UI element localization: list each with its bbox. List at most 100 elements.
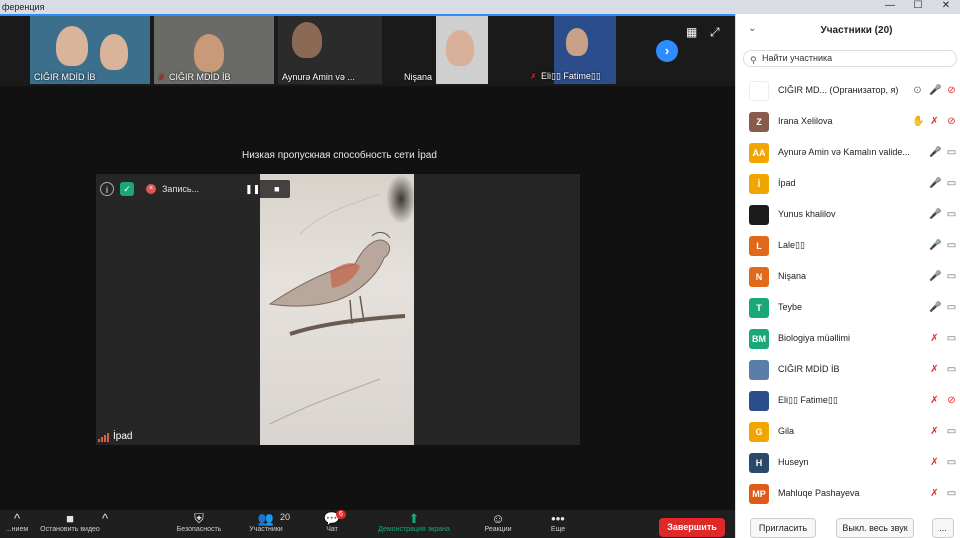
meeting-toolbar: ^ ...нием ■ Остановить видео ^ ⛨ Безопас… (0, 510, 735, 538)
video-face (566, 28, 588, 56)
participant-name: CIĞIR MDİD İB (778, 364, 840, 374)
audio-button[interactable]: ^ ...нием (0, 512, 34, 536)
thumbnail-1[interactable]: ✗ CIĞIR MDİD İB (154, 16, 276, 84)
participant-status-icons: 🎤 ▭ (929, 240, 957, 251)
chevron-up-icon: ^ (13, 511, 21, 526)
fullscreen-icon[interactable]: ⤢ (710, 26, 722, 38)
participant-row[interactable]: G Gila ✗ ▭ (736, 417, 960, 448)
participant-status-icons: ✋ ✗ ⊘ (912, 116, 957, 127)
chevron-up-icon: ^ (101, 511, 109, 526)
window-title: ференция (2, 2, 45, 12)
participant-row[interactable]: Eli▯▯ Fatime▯▯ ✗ ⊘ (736, 386, 960, 417)
participant-search-input[interactable]: ⚲ Найти участника (743, 50, 957, 67)
participant-row[interactable]: AA Aynurə Amin və Kamalın valide... 🎤 ▭ (736, 138, 960, 169)
more-icon: ••• (551, 511, 565, 526)
panel-title: Участники (20) (820, 25, 893, 36)
stop-recording-icon[interactable]: ■ (270, 184, 283, 194)
video-face (292, 22, 322, 58)
participant-row[interactable]: Yunus khalilov 🎤 ▭ (736, 200, 960, 231)
participant-name: Biologiya müəllimi (778, 333, 851, 343)
video-face (100, 34, 128, 70)
participant-row[interactable]: CIĞIR MD... (Организатор, я) ⊙ 🎤 ⊘ (736, 76, 960, 107)
video-options-button[interactable]: ^ (96, 512, 114, 526)
mic-muted-icon[interactable]: ✗ (929, 116, 940, 127)
search-placeholder: Найти участника (762, 53, 833, 63)
emoji-icon: ☺ (491, 511, 505, 526)
thumbnail-name: ✗ Eli▯▯ Fatime▯▯ (530, 71, 601, 81)
participant-row[interactable]: Z Irana Xelilova ✋ ✗ ⊘ (736, 107, 960, 138)
camera-icon: ▭ (946, 457, 957, 468)
next-page-button[interactable]: › (656, 40, 678, 62)
participant-name: Huseyn (778, 457, 809, 467)
invite-button[interactable]: Пригласить (750, 518, 816, 538)
recording-indicator: × Запись... ❚❚ ■ (140, 180, 290, 198)
participant-status-icons: ✗ ⊘ (929, 395, 957, 406)
mic-muted-icon[interactable]: ✗ (929, 395, 940, 406)
participant-row[interactable]: CIĞIR MDİD İB ✗ ▭ (736, 355, 960, 386)
minimize-button[interactable]: — (876, 0, 904, 14)
share-screen-button[interactable]: ⬆ Демонстрация экрана (368, 512, 460, 536)
more-button[interactable]: ••• Еще (542, 512, 574, 536)
mic-icon[interactable]: 🎤 (929, 240, 941, 251)
participant-row[interactable]: H Huseyn ✗ ▭ (736, 448, 960, 479)
search-icon: ⚲ (750, 55, 757, 65)
participant-name: CIĞIR MD... (Организатор, я) (778, 85, 899, 95)
maximize-button[interactable]: ☐ (904, 0, 932, 14)
thumbnail-2[interactable]: Aynurə Amin və ... (278, 16, 384, 84)
mic-icon[interactable]: 🎤 (929, 302, 941, 313)
shield-icon[interactable]: ✓ (120, 182, 134, 196)
chat-unread-badge: 6 (336, 510, 346, 519)
share-screen-icon: ⬆ (408, 511, 420, 526)
chat-button[interactable]: 💬 6 Чат (318, 510, 346, 536)
participant-row[interactable]: T Teybe 🎤 ▭ (736, 293, 960, 324)
video-face (56, 26, 88, 66)
participant-status-icons: ✗ ▭ (929, 364, 957, 375)
thumbnail-3[interactable]: Nişana (400, 16, 510, 84)
video-participant-name: İpad (98, 431, 132, 442)
participant-row[interactable]: N Nişana 🎤 ▭ (736, 262, 960, 293)
grid-view-icon[interactable]: ▦ (686, 26, 698, 38)
thumbnail-name: ✗ CIĞIR MDİD İB (158, 72, 231, 82)
participant-row[interactable]: L Lale▯▯ 🎤 ▭ (736, 231, 960, 262)
mic-icon[interactable]: 🎤 (929, 85, 941, 96)
participants-count: 20 (280, 512, 291, 522)
participant-avatar: H (749, 453, 769, 473)
mic-muted-icon[interactable]: ✗ (929, 488, 940, 499)
mic-muted-icon[interactable]: ✗ (929, 333, 940, 344)
host-badge-icon: ⊙ (913, 85, 922, 96)
participant-avatar: AA (749, 143, 769, 163)
mic-muted-icon[interactable]: ✗ (929, 364, 940, 375)
pause-recording-icon[interactable]: ❚❚ (241, 184, 264, 195)
close-button[interactable]: ✕ (932, 0, 960, 14)
raised-hand-icon: ✋ (912, 116, 925, 127)
end-meeting-button[interactable]: Завершить (659, 518, 725, 537)
participant-row[interactable]: İ İpad 🎤 ▭ (736, 169, 960, 200)
participant-name: Eli▯▯ Fatime▯▯ (778, 395, 838, 405)
mic-muted-icon[interactable]: ✗ (929, 457, 940, 468)
thumbnail-4[interactable]: ✗ Eli▯▯ Fatime▯▯ (526, 16, 632, 84)
participant-avatar: L (749, 236, 769, 256)
camera-icon: ▭ (946, 209, 957, 220)
mic-icon[interactable]: 🎤 (929, 178, 941, 189)
reactions-button[interactable]: ☺ Реакции (478, 512, 518, 536)
mic-icon[interactable]: 🎤 (929, 209, 941, 220)
participant-row[interactable]: BM Biologiya müəllimi ✗ ▭ (736, 324, 960, 355)
camera-icon: ▭ (946, 178, 957, 189)
participant-name: Gila (778, 426, 795, 436)
mute-all-button[interactable]: Выкл. весь звук (836, 518, 914, 538)
participants-button[interactable]: 👥 20 Участники (240, 512, 292, 536)
recording-label: Запись... (162, 184, 200, 194)
info-icon[interactable]: i (100, 182, 114, 196)
participant-row[interactable]: MP Mahluqe Pashayeva ✗ ▭ (736, 479, 960, 510)
participant-status-icons: ⊙ 🎤 ⊘ (912, 85, 957, 96)
mic-muted-icon[interactable]: ✗ (929, 426, 940, 437)
mic-icon[interactable]: 🎤 (929, 147, 941, 158)
panel-footer: Пригласить Выкл. весь звук ... (736, 514, 960, 538)
mic-icon[interactable]: 🎤 (929, 271, 941, 282)
participant-name: Yunus khalilov (778, 209, 836, 219)
panel-more-button[interactable]: ... (932, 518, 954, 538)
participant-avatar: Z (749, 112, 769, 132)
security-button[interactable]: ⛨ Безопасность (168, 512, 230, 536)
participant-name: Teybe (778, 302, 803, 312)
thumbnail-0[interactable]: CIĞIR MDİD İB (30, 16, 152, 84)
